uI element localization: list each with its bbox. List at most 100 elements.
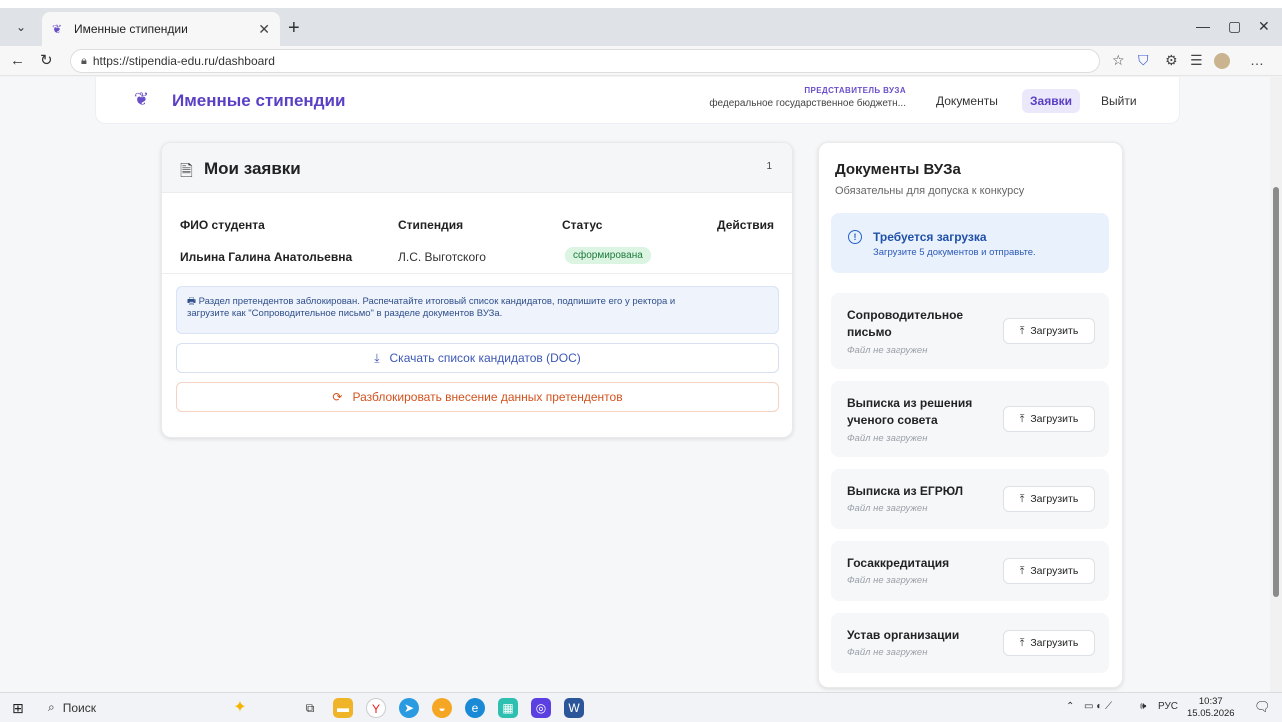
search-icon: ⌕	[48, 700, 55, 714]
docs-title: Документы ВУЗа	[835, 161, 961, 178]
upload-button[interactable]: ⤒ Загрузить	[1003, 630, 1095, 656]
restore-icon[interactable]: ▢	[1228, 18, 1241, 35]
browser-tab-bar: ⌄ ❦ Именные стипендии ✕ + — ▢ ✕	[0, 8, 1282, 46]
upload-button[interactable]: ⤒ Загрузить	[1003, 406, 1095, 432]
user-role-block: ПРЕДСТАВИТЕЛЬ ВУЗА федеральное государст…	[696, 86, 906, 109]
windows-start-icon[interactable]: ⊞	[12, 700, 24, 717]
doc-status: Файл не загружен	[847, 503, 928, 514]
upload-icon: ⤒	[1019, 492, 1025, 505]
app-store-icon[interactable]: ▦	[498, 698, 518, 718]
unlock-button[interactable]: ⟳ Разблокировать внесение данных претенд…	[176, 382, 779, 412]
page-scrollbar[interactable]	[1270, 77, 1282, 692]
document-icon: 🗎	[180, 163, 193, 180]
col-student: ФИО студента	[180, 218, 265, 232]
doc-item: Сопроводительное письмо Файл не загружен…	[831, 293, 1109, 369]
keyboard-lang[interactable]: РУС	[1158, 701, 1178, 712]
scrollbar-thumb[interactable]	[1273, 187, 1279, 597]
more-menu-icon[interactable]: …	[1250, 52, 1264, 68]
upload-button[interactable]: ⤒ Загрузить	[1003, 486, 1095, 512]
doc-item: Выписка из решения ученого совета Файл н…	[831, 381, 1109, 457]
notifications-icon[interactable]: 🗨︎	[1254, 699, 1271, 715]
tray-icons[interactable]: ▭ ◐ ⟋	[1084, 701, 1112, 712]
new-tab-icon[interactable]: +	[288, 18, 300, 38]
info-icon: !	[848, 230, 862, 244]
doc-name: Госаккредитация	[847, 556, 950, 570]
status-badge: сформирована	[565, 247, 651, 264]
nav-documents[interactable]: Документы	[928, 89, 1006, 113]
doc-item: Выписка из ЕГРЮЛ Файл не загружен ⤒ Загр…	[831, 469, 1109, 529]
alert-text: Загрузите 5 документов и отправьте.	[873, 247, 1036, 258]
address-bar[interactable]: 🔒︎ https://stipendia-edu.ru/dashboard	[70, 49, 1100, 73]
page-viewport: ❦ Именные стипендии ПРЕДСТАВИТЕЛЬ ВУЗА ф…	[0, 77, 1270, 692]
download-icon: ⤓	[374, 350, 380, 365]
site-logo-text[interactable]: Именные стипендии	[172, 91, 345, 111]
doc-status: Файл не загружен	[847, 647, 928, 658]
os-taskbar: ⊞ ⌕ Поиск ✦ ⧉ ▬ Y ➤ ◒ e ▦ ◎ W ⌃ ▭ ◐ ⟋ 🕪︎…	[0, 692, 1282, 722]
tab-list-chevron-icon[interactable]: ⌄	[8, 16, 34, 38]
notice-line1: Раздел претендентов заблокирован. Распеч…	[198, 296, 676, 307]
site-favicon-icon: ❦	[52, 22, 63, 36]
col-scholarship: Стипендия	[398, 218, 464, 232]
nav-logout[interactable]: Выйти	[1093, 89, 1145, 113]
word-icon[interactable]: W	[564, 698, 584, 718]
sparkle-icon[interactable]: ✦	[230, 698, 250, 718]
upload-label: Загрузить	[1030, 413, 1079, 425]
applications-card: 🗎 Мои заявки 1 ФИО студента Стипендия Ст…	[161, 142, 793, 438]
app-icon-purple[interactable]: ◎	[531, 698, 551, 718]
upload-required-alert: ! Требуется загрузка Загрузите 5 докумен…	[831, 213, 1109, 273]
doc-item: Госаккредитация Файл не загружен ⤒ Загру…	[831, 541, 1109, 601]
upload-icon: ⤒	[1019, 564, 1025, 577]
tray-chevron-icon[interactable]: ⌃	[1066, 701, 1074, 712]
doc-name: Устав организации	[847, 628, 960, 642]
lock-icon: 🔒︎	[81, 54, 87, 67]
task-view-icon[interactable]: ⧉	[300, 698, 320, 718]
tab-close-icon[interactable]: ✕	[258, 21, 270, 38]
back-icon[interactable]: ←	[10, 52, 25, 70]
unlock-button-label: Разблокировать внесение данных претенден…	[352, 390, 623, 404]
profile-avatar[interactable]	[1214, 53, 1230, 69]
emblem-logo-icon: ❦	[134, 89, 150, 109]
app-icon[interactable]: ◒	[432, 698, 452, 718]
file-explorer-icon[interactable]: ▬	[333, 698, 353, 718]
upload-icon: ⤒	[1019, 412, 1025, 425]
volume-icon[interactable]: 🕪︎	[1140, 701, 1146, 712]
refresh-icon[interactable]: ↻	[40, 52, 53, 70]
nav-applications[interactable]: Заявки	[1022, 89, 1080, 113]
upload-button[interactable]: ⤒ Загрузить	[1003, 318, 1095, 344]
doc-name: Выписка из решения ученого совета	[847, 396, 973, 427]
col-actions: Действия	[717, 218, 775, 232]
role-label: ПРЕДСТАВИТЕЛЬ ВУЗА	[804, 86, 906, 95]
doc-name: Сопроводительное письмо	[847, 308, 964, 339]
clock[interactable]: 10:37 15.05.2026	[1187, 696, 1235, 720]
collections-icon[interactable]: ☰	[1190, 52, 1203, 69]
url-text: https://stipendia-edu.ru/dashboard	[92, 54, 275, 68]
download-button-label: Скачать список кандидатов (DOC)	[389, 351, 581, 365]
browser-tab[interactable]: ❦ Именные стипендии ✕	[42, 12, 280, 46]
doc-item: Устав организации Файл не загружен ⤒ Заг…	[831, 613, 1109, 673]
edge-browser-icon[interactable]: e	[465, 698, 485, 718]
upload-icon: ⤒	[1019, 636, 1025, 649]
yandex-browser-icon[interactable]: Y	[366, 698, 386, 718]
upload-button[interactable]: ⤒ Загрузить	[1003, 558, 1095, 584]
printer-icon: 🖶︎	[187, 296, 196, 307]
org-name: федеральное государственное бюджетн...	[709, 98, 906, 109]
upload-label: Загрузить	[1030, 325, 1079, 337]
upload-icon: ⤒	[1019, 324, 1025, 337]
applications-card-header: 🗎 Мои заявки 1	[162, 143, 792, 193]
university-docs-card: Документы ВУЗа Обязательны для допуска к…	[818, 142, 1123, 688]
row-scholarship: Л.С. Выготского	[398, 250, 486, 264]
extensions-icon[interactable]: ⚙︎	[1165, 52, 1178, 69]
applications-count: 1	[766, 161, 772, 172]
minimize-icon[interactable]: —	[1196, 18, 1210, 34]
taskbar-search[interactable]: ⌕ Поиск	[48, 700, 96, 715]
docs-subtitle: Обязательны для допуска к конкурсу	[835, 185, 1025, 197]
telegram-icon[interactable]: ➤	[399, 698, 419, 718]
upload-label: Загрузить	[1030, 637, 1079, 649]
upload-label: Загрузить	[1030, 493, 1079, 505]
shield-extension-icon[interactable]: ⛉	[1138, 52, 1149, 69]
favorite-star-icon[interactable]: ☆	[1112, 52, 1125, 69]
doc-status: Файл не загружен	[847, 575, 928, 586]
close-window-icon[interactable]: ✕	[1258, 18, 1270, 35]
doc-name: Выписка из ЕГРЮЛ	[847, 484, 964, 498]
download-candidates-button[interactable]: ⤓ Скачать список кандидатов (DOC)	[176, 343, 779, 373]
